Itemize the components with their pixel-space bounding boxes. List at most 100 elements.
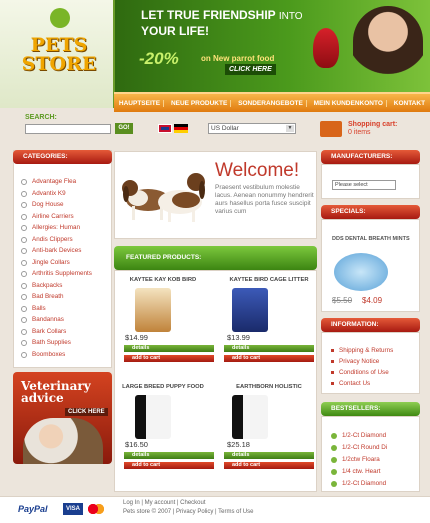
vet-click-here-button[interactable]: CLICK HERE <box>65 408 108 416</box>
nav-mein-kundenkonto[interactable]: MEIN KUNDENKONTO <box>311 99 387 107</box>
bestsellers-heading: BESTSELLERS: <box>321 402 420 416</box>
german-flag-icon[interactable] <box>174 124 188 133</box>
add-to-cart-button[interactable]: add to cart <box>124 355 214 362</box>
details-button[interactable]: details <box>124 345 214 352</box>
category-label: Advantix K9 <box>32 190 66 198</box>
category-label: Bark Collars <box>32 328 67 336</box>
special-product-title[interactable]: DDS DENTAL BREATH MINTS <box>332 236 422 243</box>
product-title[interactable]: LARGE BREED PUPPY FOOD <box>115 384 211 390</box>
bullet-icon <box>21 293 27 300</box>
product-image[interactable] <box>232 395 268 439</box>
category-item[interactable]: Backpacks <box>21 280 62 291</box>
info-link-label: Shipping & Returns <box>339 347 394 354</box>
bullet-icon <box>331 456 337 463</box>
category-label: Backpacks <box>32 282 63 290</box>
bullet-icon <box>21 213 27 220</box>
banner-headline-1b: INTO <box>278 11 303 22</box>
main-nav: HAUPTSEITE NEUE PRODUKTE SONDERANGEBOTE … <box>114 92 430 112</box>
woman-image <box>353 6 423 92</box>
cart-icon[interactable] <box>320 121 342 137</box>
details-button[interactable]: details <box>224 452 314 459</box>
cart-label[interactable]: Shopping cart: <box>348 121 397 128</box>
banner-discount: -20% <box>139 49 179 68</box>
search-label: SEARCH: <box>25 114 57 121</box>
banner-click-here-button[interactable]: CLICK HERE <box>225 64 276 75</box>
promo-banner[interactable]: LET TRUE FRIENDSHIP INTO YOUR LIFE! -20%… <box>115 0 430 92</box>
search-input[interactable] <box>25 124 111 134</box>
nav-neue-produkte[interactable]: NEUE PRODUKTE <box>168 99 232 107</box>
bestseller-item[interactable]: 1/2ctw Floara <box>331 456 380 463</box>
category-label: Dog House <box>32 201 64 209</box>
category-label: Andis Clippers <box>32 236 73 244</box>
add-to-cart-button[interactable]: add to cart <box>224 355 314 362</box>
bullet-icon <box>21 259 27 266</box>
category-item[interactable]: Arthritis Supplements <box>21 268 92 279</box>
vet-title-line-2: advice <box>21 391 64 405</box>
bullet-icon <box>21 201 27 208</box>
store-logo[interactable]: PETS STORE <box>14 36 104 74</box>
bestseller-item[interactable]: 1/2-Ct Diamond <box>331 432 386 439</box>
nav-sonderangebote[interactable]: SONDERANGEBOTE <box>235 99 307 107</box>
category-item[interactable]: Jingle Collars <box>21 257 70 268</box>
details-button[interactable]: details <box>224 345 314 352</box>
bullet-icon <box>21 247 27 254</box>
manufacturers-heading: MANUFACTURERS: <box>321 150 420 164</box>
category-item[interactable]: Bark Collars <box>21 326 66 337</box>
manufacturers-select[interactable]: Please select <box>332 180 396 190</box>
bullet-icon <box>331 382 334 385</box>
category-item[interactable]: Anti-bark Devices <box>21 245 81 256</box>
bullet-icon <box>331 432 337 439</box>
nav-hauptseite[interactable]: HAUPTSEITE <box>116 99 165 107</box>
category-item[interactable]: Boomboxes <box>21 349 65 360</box>
category-label: Allergies: Human <box>32 224 80 232</box>
mastercard-icon <box>86 503 106 515</box>
bestseller-label: 1/2ctw Floara <box>342 456 380 463</box>
category-item[interactable]: Balls <box>21 303 46 314</box>
currency-selected: US Dollar <box>211 125 239 132</box>
category-item[interactable]: Advantage Flea <box>21 176 76 187</box>
currency-select[interactable]: US Dollar ▼ <box>208 123 296 134</box>
product-image[interactable] <box>135 395 171 439</box>
bestseller-label: 1/2-Ct Diamond <box>342 480 387 487</box>
bestseller-item[interactable]: 1/2-Ct Round Di <box>331 444 387 451</box>
info-link-contact[interactable]: Contact Us <box>331 380 370 387</box>
chevron-down-icon: ▼ <box>286 125 294 132</box>
paw-icon <box>50 8 70 28</box>
english-flag-icon[interactable] <box>158 124 172 133</box>
add-to-cart-button[interactable]: add to cart <box>224 462 314 469</box>
featured-heading: FEATURED PRODUCTS: <box>114 246 317 270</box>
category-item[interactable]: Dog House <box>21 199 64 210</box>
vet-advice-banner[interactable]: Veterinary advice CLICK HERE <box>13 372 112 464</box>
bestseller-item[interactable]: 1/2-Ct Diamond <box>331 480 386 487</box>
special-new-price: $4.09 <box>362 296 383 305</box>
bullet-icon <box>21 351 27 358</box>
category-item[interactable]: Andis Clippers <box>21 234 73 245</box>
category-item[interactable]: Allergies: Human <box>21 222 80 233</box>
info-link-conditions[interactable]: Conditions of Use <box>331 369 389 376</box>
product-image[interactable] <box>232 288 268 332</box>
product-title[interactable]: KAYTEE BIRD CAGE LITTER <box>221 277 317 283</box>
product-price: $13.99 <box>227 333 250 342</box>
footer-copyright[interactable]: Pets store © 2007 | Privacy Policy | Ter… <box>123 509 253 515</box>
nav-kontakt[interactable]: KONTAKT <box>391 100 428 107</box>
product-title[interactable]: EARTHBORN HOLISTIC <box>221 384 317 390</box>
category-item[interactable]: Airline Carriers <box>21 211 74 222</box>
search-go-button[interactable]: GO! <box>115 123 133 134</box>
add-to-cart-button[interactable]: add to cart <box>124 462 214 469</box>
info-link-privacy[interactable]: Privacy Notice <box>331 358 379 365</box>
footer-links[interactable]: Log In | My account | Checkout <box>123 500 206 506</box>
category-item[interactable]: Bad Breath <box>21 291 64 302</box>
category-item[interactable]: Advantix K9 <box>21 188 66 199</box>
product-price: $25.18 <box>227 440 250 449</box>
vet-title: Veterinary advice <box>21 380 91 404</box>
bestseller-item[interactable]: 1/4 ctw. Heart <box>331 468 381 475</box>
bestseller-label: 1/4 ctw. Heart <box>342 468 381 475</box>
product-title[interactable]: KAYTEE KAY KOB BIRD <box>115 277 211 283</box>
product-image[interactable] <box>135 288 171 332</box>
details-button[interactable]: details <box>124 452 214 459</box>
bullet-icon <box>331 444 337 451</box>
category-item[interactable]: Bath Supplies <box>21 337 71 348</box>
category-item[interactable]: Bandannas <box>21 314 64 325</box>
special-product-image[interactable] <box>334 253 388 291</box>
info-link-shipping[interactable]: Shipping & Returns <box>331 347 393 354</box>
